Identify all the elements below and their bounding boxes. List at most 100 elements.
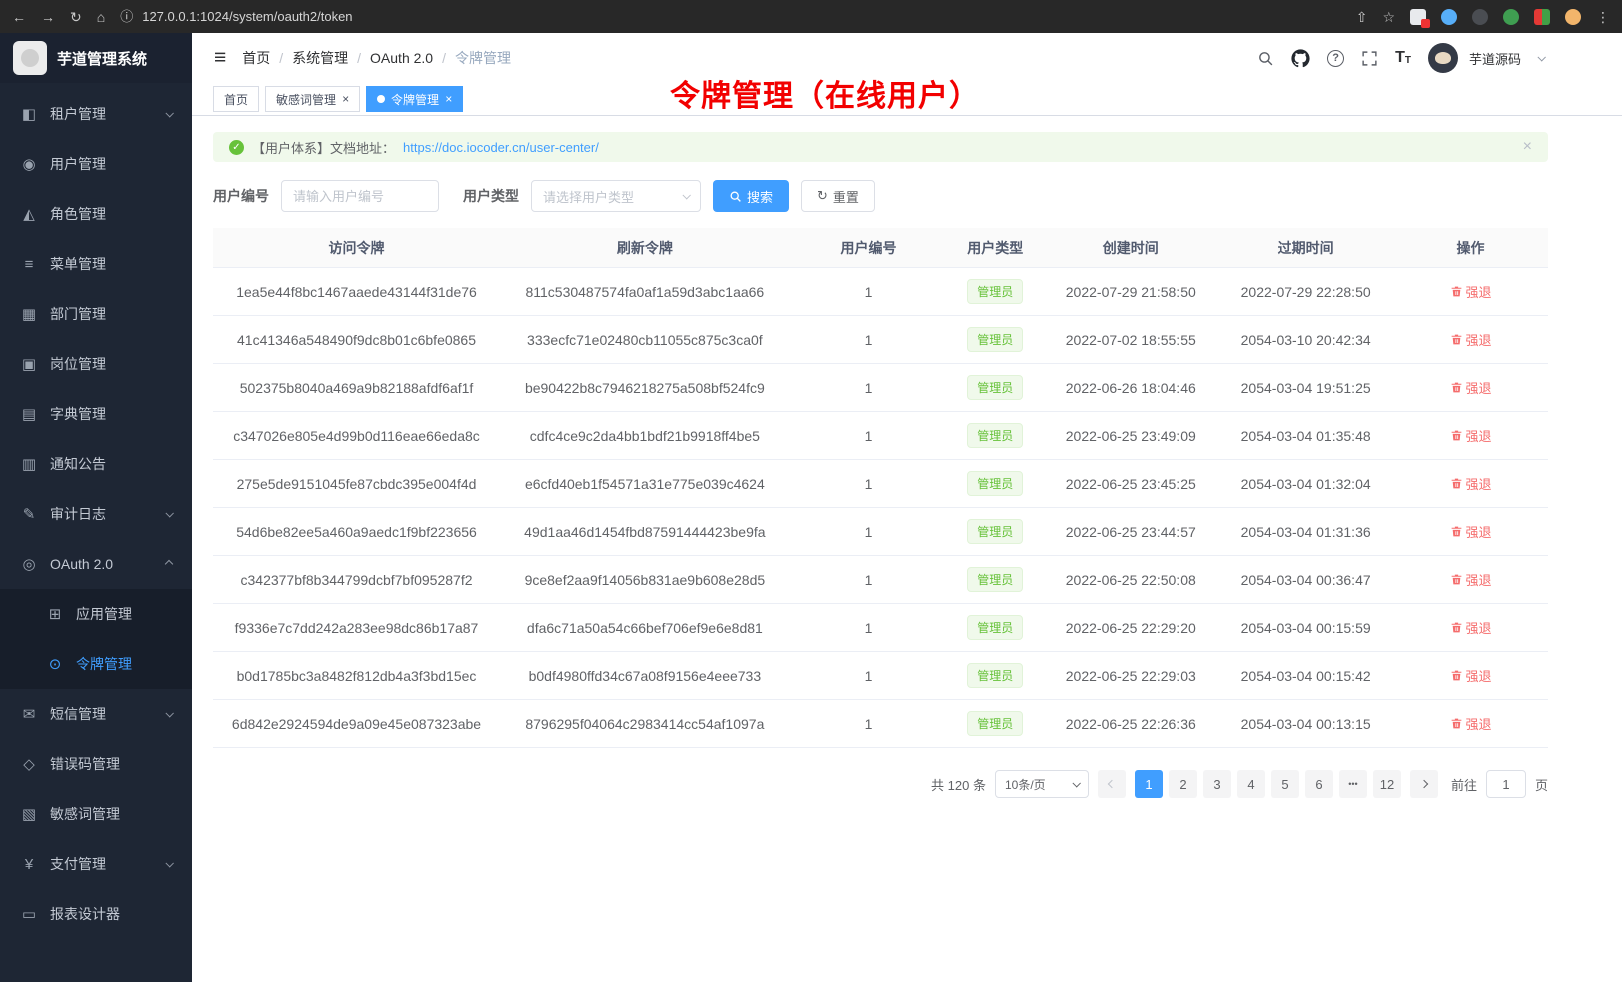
breadcrumb-item[interactable]: OAuth 2.0 [370,50,433,66]
access-token-cell: c342377bf8b344799dcbf7bf095287f2 [213,572,500,588]
sidebar-item-sensitive-word[interactable]: ▧敏感词管理 [0,789,192,839]
force-logout-button[interactable]: 强退 [1450,378,1492,397]
table-body: 1ea5e44f8bc1467aaede43144f31de76811c5304… [213,268,1548,748]
create-time-cell: 2022-06-25 23:45:25 [1043,476,1218,492]
sidebar-item-oauth2[interactable]: ◎OAuth 2.0 [0,539,192,589]
tab-sensitive-word[interactable]: 敏感词管理 [265,86,360,112]
site-info-icon[interactable] [120,10,133,23]
user-type-select[interactable]: 请选择用户类型 [531,180,701,212]
address-bar[interactable]: 127.0.0.1:1024/system/oauth2/token [142,9,352,24]
tab-home[interactable]: 首页 [213,86,259,112]
current-user-name[interactable]: 芋道源码 [1469,49,1521,68]
breadcrumb-item[interactable]: 系统管理 [292,48,348,68]
sidebar-item-pay[interactable]: ¥支付管理 [0,839,192,889]
sidebar-item-label: 角色管理 [50,204,174,224]
force-logout-button[interactable]: 强退 [1450,426,1492,445]
page-button-2[interactable]: 2 [1169,770,1197,798]
font-size-icon[interactable] [1395,50,1411,66]
page-button-3[interactable]: 3 [1203,770,1231,798]
browser-forward-icon[interactable] [41,10,55,24]
table-row: 1ea5e44f8bc1467aaede43144f31de76811c5304… [213,268,1548,316]
page-button-6[interactable]: 6 [1305,770,1333,798]
sidebar-item-sms[interactable]: ✉短信管理 [0,689,192,739]
trash-icon [1450,669,1463,682]
sidebar-item-tenant[interactable]: ◧租户管理 [0,89,192,139]
more-pages-button[interactable]: ••• [1339,770,1367,798]
bookmark-star-icon[interactable] [1382,10,1395,24]
tab-token[interactable]: 令牌管理 [366,86,463,112]
column-header: 创建时间 [1043,238,1218,258]
extension-icon[interactable] [1441,9,1457,25]
extension-icon[interactable] [1534,9,1550,25]
sidebar-item-post[interactable]: ▣岗位管理 [0,339,192,389]
sidebar-item-dict[interactable]: ▤字典管理 [0,389,192,439]
page-button-4[interactable]: 4 [1237,770,1265,798]
report-designer-icon: ▭ [20,905,38,923]
sidebar-item-error-code[interactable]: ◇错误码管理 [0,739,192,789]
browser-reload-icon[interactable] [70,10,82,24]
sidebar-item-label: OAuth 2.0 [50,556,154,572]
sidebar-item-role[interactable]: ◭角色管理 [0,189,192,239]
tab-close-icon[interactable] [342,93,349,105]
user-id-cell: 1 [790,428,948,444]
force-logout-button[interactable]: 强退 [1450,570,1492,589]
force-logout-button[interactable]: 强退 [1450,666,1492,685]
sidebar-item-audit-log[interactable]: ✎审计日志 [0,489,192,539]
reset-button[interactable]: 重置 [801,180,875,212]
extensions-icon[interactable] [1410,9,1426,25]
browser-menu-icon[interactable] [1596,10,1610,24]
breadcrumb-item[interactable]: 首页 [242,48,270,68]
breadcrumb-item: 令牌管理 [455,48,511,68]
page-size-select[interactable]: 10条/页 [995,770,1089,798]
sidebar-item-user[interactable]: ◉用户管理 [0,139,192,189]
user-id-input[interactable] [281,180,439,212]
page-button-5[interactable]: 5 [1271,770,1299,798]
force-logout-button[interactable]: 强退 [1450,330,1492,349]
sidebar-item-oauth2-app[interactable]: ⊞应用管理 [0,589,192,639]
user-type-cell: 管理员 [947,471,1043,496]
browser-profile-avatar[interactable] [1565,9,1581,25]
extension-icon[interactable] [1472,9,1488,25]
user-type-tag: 管理员 [967,423,1023,448]
goto-page-input[interactable] [1486,770,1526,798]
alert-doc-link[interactable]: https://doc.iocoder.cn/user-center/ [403,140,599,155]
help-icon[interactable] [1327,50,1344,67]
sidebar-item-menu[interactable]: ≡菜单管理 [0,239,192,289]
chevron-up-icon [165,560,173,568]
avatar[interactable] [1428,43,1458,73]
sidebar-item-oauth2-token[interactable]: ⊙令牌管理 [0,639,192,689]
search-button[interactable]: 搜索 [713,180,789,212]
next-page-button[interactable] [1410,770,1438,798]
tenant-icon: ◧ [20,105,38,123]
sidebar-item-notice[interactable]: ▥通知公告 [0,439,192,489]
goto-label: 前往 [1451,775,1477,794]
user-menu-caret-icon[interactable] [1537,53,1545,61]
extension-icon[interactable] [1503,9,1519,25]
force-logout-button[interactable]: 强退 [1450,618,1492,637]
share-icon[interactable] [1356,10,1368,24]
action-cell: 强退 [1393,426,1548,445]
search-icon[interactable] [1257,50,1274,67]
github-icon[interactable] [1291,49,1310,68]
tab-close-icon[interactable] [445,93,452,105]
force-logout-button[interactable]: 强退 [1450,714,1492,733]
sidebar-toggle-icon[interactable] [214,46,226,70]
sidebar-item-report-designer[interactable]: ▭报表设计器 [0,889,192,939]
browser-back-icon[interactable] [12,10,26,24]
sidebar-item-dept[interactable]: ▦部门管理 [0,289,192,339]
access-token-cell: 54d6be82ee5a460a9aedc1f9bf223656 [213,524,500,540]
force-logout-button[interactable]: 强退 [1450,474,1492,493]
sidebar-item-label: 用户管理 [50,154,174,174]
browser-home-icon[interactable] [97,10,105,24]
page-button-1[interactable]: 1 [1135,770,1163,798]
prev-page-button[interactable] [1098,770,1126,798]
table-row: b0d1785bc3a8482f812db4a3f3bd15ecb0df4980… [213,652,1548,700]
app-logo[interactable]: 芋道管理系统 [0,33,192,83]
refresh-token-cell: b0df4980ffd34c67a08f9156e4eee733 [500,668,790,684]
force-logout-button[interactable]: 强退 [1450,522,1492,541]
page-button-12[interactable]: 12 [1373,770,1401,798]
alert-close-icon[interactable] [1523,139,1532,155]
force-logout-button[interactable]: 强退 [1450,282,1492,301]
fullscreen-icon[interactable] [1361,50,1378,67]
trash-icon [1450,333,1463,346]
